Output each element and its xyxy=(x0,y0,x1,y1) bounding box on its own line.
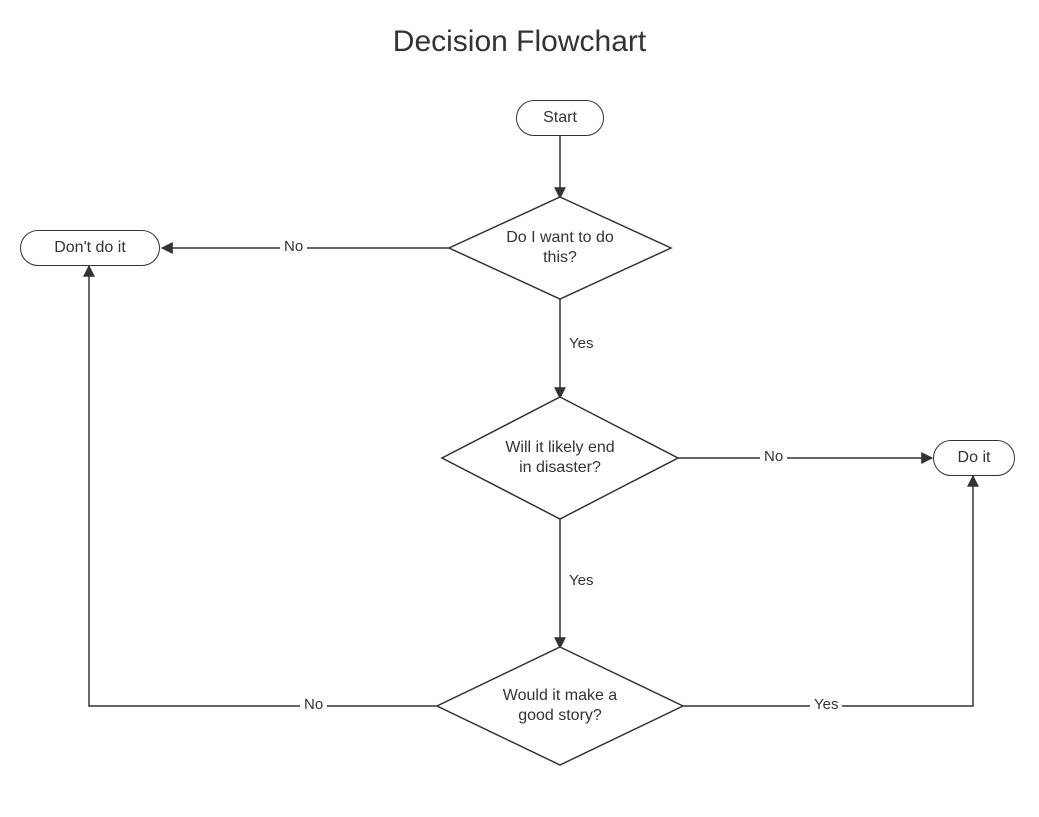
decision-want-text-wrap: Do I want to do this? xyxy=(460,198,660,298)
do-it-node: Do it xyxy=(933,440,1015,476)
decision-story-text-wrap: Would it make a good story? xyxy=(448,648,672,764)
start-node: Start xyxy=(516,100,604,136)
edge-want-no: No xyxy=(280,238,307,255)
edge-story-yes: Yes xyxy=(810,696,842,713)
start-label: Start xyxy=(543,108,577,128)
decision-disaster-text-wrap: Will it likely end in disaster? xyxy=(450,398,670,518)
edge-want-yes: Yes xyxy=(565,335,597,352)
edge-disaster-no: No xyxy=(760,448,787,465)
dont-do-it-label: Don't do it xyxy=(54,238,126,258)
do-it-label: Do it xyxy=(958,448,991,468)
decision-want-text: Do I want to do this? xyxy=(495,228,625,268)
chart-title: Decision Flowchart xyxy=(0,25,1039,59)
edge-story-no: No xyxy=(300,696,327,713)
edge-disaster-yes: Yes xyxy=(565,572,597,589)
dont-do-it-node: Don't do it xyxy=(20,230,160,266)
decision-story-text: Would it make a good story? xyxy=(490,686,630,726)
decision-disaster-text: Will it likely end in disaster? xyxy=(500,438,620,478)
